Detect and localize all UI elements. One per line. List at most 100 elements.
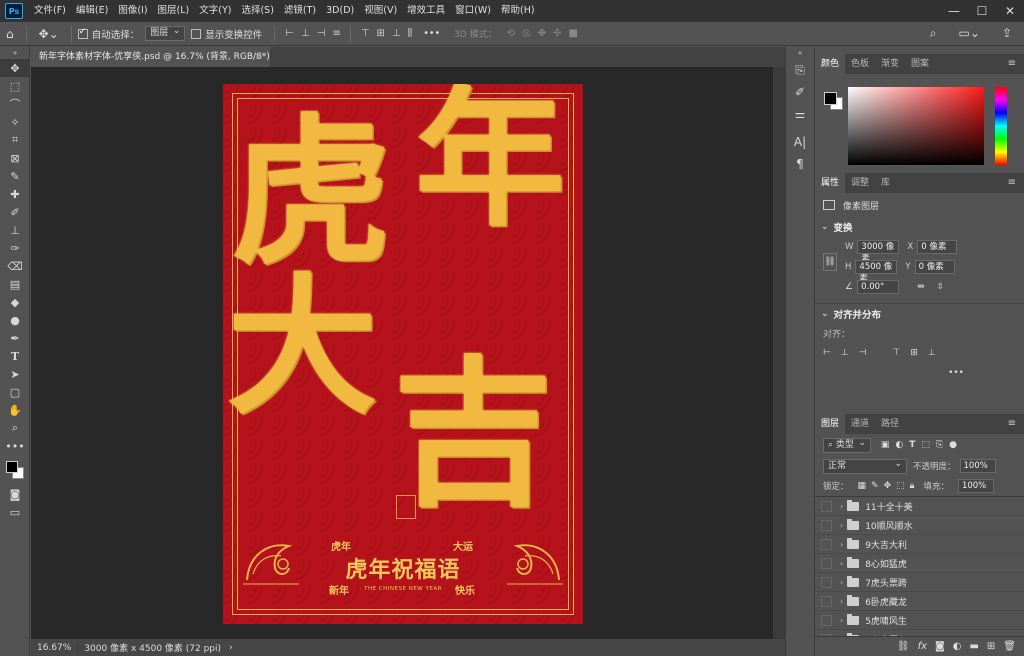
layer-row[interactable]: › 7虎头票跨 [815,573,1024,592]
layer-row[interactable]: › 9大吉大利 [815,535,1024,554]
menu-window[interactable]: 窗口(W) [450,0,496,22]
tab-channels[interactable]: 通道 [845,414,875,434]
3d-scale-icon[interactable]: ■ [569,28,579,39]
history-brush-tool-icon[interactable]: ✑ [0,239,30,257]
healing-brush-tool-icon[interactable]: ✚ [0,185,30,203]
expand-arrow-icon[interactable]: › [840,578,843,587]
adjustment-layer-icon[interactable]: ◐ [953,641,962,652]
lock-artboard-icon[interactable]: ⬚ [896,481,905,491]
menu-select[interactable]: 选择(S) [236,0,278,22]
adjustments-icon[interactable]: ⚌ [786,103,814,125]
minimize-button[interactable]: — [940,0,968,22]
visibility-toggle[interactable] [821,614,832,626]
filter-type-icon[interactable]: T [909,440,915,450]
expand-arrow-icon[interactable]: › [840,616,843,625]
move-tool-preset-icon[interactable]: ✥⌄ [39,27,59,41]
auto-select-target-dropdown[interactable]: 图层 [145,25,186,41]
close-window-button[interactable]: ✕ [996,0,1024,22]
marquee-tool-icon[interactable]: ⬚ [0,77,30,95]
lock-transparent-icon[interactable]: ▦ [858,481,867,491]
dodge-tool-icon[interactable]: ● [0,311,30,329]
expand-arrow-icon[interactable]: › [840,559,843,568]
3d-slide-icon[interactable]: ✣ [553,28,561,39]
link-layers-icon[interactable]: ⛓ [897,641,910,652]
color-picker-field[interactable] [848,87,984,165]
rectangle-tool-icon[interactable]: ▢ [0,383,30,401]
align-bottom-edges-icon[interactable]: ⊥ [392,28,401,39]
menu-file[interactable]: 文件(F) [29,0,71,22]
lasso-tool-icon[interactable]: ⌒ [0,95,30,113]
dock-collapse-icon[interactable]: « [786,47,814,59]
lock-all-icon[interactable]: 🔒︎ [910,481,915,491]
3d-orbit-icon[interactable]: ⟲ [507,28,515,39]
align-top-icon[interactable]: ⊤ [893,348,901,358]
align-left-edges-icon[interactable]: ⊢ [285,28,294,39]
3d-pan-icon[interactable]: ✥ [538,28,546,39]
3d-roll-icon[interactable]: ◎ [522,28,531,39]
gradient-tool-icon[interactable]: ▤ [0,275,30,293]
move-tool-icon[interactable]: ✥ [0,59,30,77]
foreground-color-swatch[interactable] [6,461,18,473]
menu-layer[interactable]: 图层(L) [153,0,195,22]
layer-row[interactable]: › 5虎啸风生 [815,611,1024,630]
menu-3d[interactable]: 3D(D) [321,0,359,22]
expand-arrow-icon[interactable]: › [840,521,843,530]
align-section-header[interactable]: 对齐并分布 [815,303,1024,323]
status-expand-icon[interactable]: › [229,643,233,653]
angle-field[interactable]: 0.00° [857,280,900,294]
panel-menu-icon[interactable]: ≡ [1008,54,1016,74]
align-right-icon[interactable]: ⊣ [859,348,867,358]
align-vcenter-icon[interactable]: ⊞ [910,348,918,358]
search-icon[interactable]: ⌕ [930,26,937,41]
lock-image-icon[interactable]: ✎ [871,481,879,491]
color-swatches[interactable] [0,455,29,485]
menu-filter[interactable]: 滤镜(T) [279,0,321,22]
height-field[interactable]: 4500 像素 [855,260,898,284]
layer-row[interactable]: › 10顺风顺水 [815,516,1024,535]
align-right-edges-icon[interactable]: ⊣ [317,28,326,39]
artwork-canvas[interactable]: 年 虎 大 吉 虎年 大运 虎年祝福语 新年 快乐 · THE CHINESE … [223,84,583,624]
visibility-toggle[interactable] [821,576,832,588]
share-icon[interactable]: ⇪ [1002,26,1012,41]
visibility-toggle[interactable] [821,519,832,531]
menu-view[interactable]: 视图(V) [359,0,402,22]
expand-arrow-icon[interactable]: › [840,540,843,549]
screen-mode-icon[interactable]: ▭ [0,503,30,521]
clone-stamp-tool-icon[interactable]: ⊥ [0,221,30,239]
menu-help[interactable]: 帮助(H) [496,0,540,22]
link-dimensions-icon[interactable]: ⛓ [823,253,837,271]
history-panel-icon[interactable]: ⎘ [786,59,814,81]
frame-tool-icon[interactable]: ⊠ [0,149,30,167]
tab-paths[interactable]: 路径 [875,414,905,434]
opacity-field[interactable]: 100% [959,459,996,473]
new-group-icon[interactable]: ▬ [969,641,978,652]
maximize-button[interactable]: ☐ [968,0,996,22]
canvas-vertical-scrollbar[interactable] [773,67,785,639]
menu-plugins[interactable]: 增效工具 [402,0,450,22]
add-mask-icon[interactable]: ◙ [935,641,945,652]
eyedropper-tool-icon[interactable]: ✎ [0,167,30,185]
menu-type[interactable]: 文字(Y) [194,0,236,22]
menu-edit[interactable]: 编辑(E) [71,0,113,22]
filter-pixel-icon[interactable]: ▣ [881,440,890,450]
type-tool-icon[interactable]: T [0,347,30,365]
workspace-icon[interactable]: ▭⌄ [959,26,980,41]
filter-smart-icon[interactable]: ⎘ [936,440,943,450]
path-selection-tool-icon[interactable]: ➤ [0,365,30,383]
filter-shape-icon[interactable]: ⬚ [921,440,930,450]
more-options-button[interactable]: ••• [423,28,440,39]
layer-row[interactable]: › 8心如猛虎 [815,554,1024,573]
visibility-toggle[interactable] [821,500,832,512]
layer-filter-dropdown[interactable]: ⌕ 类型 [823,437,871,453]
align-horizontal-centers-icon[interactable]: ⊥ [301,28,310,39]
tab-adjustments[interactable]: 调整 [845,173,875,193]
zoom-tool-icon[interactable]: ⌕ [0,419,30,437]
visibility-toggle[interactable] [821,538,832,550]
tab-swatches[interactable]: 色板 [845,54,875,74]
flip-horizontal-icon[interactable]: ⇹ [917,282,925,292]
crop-tool-icon[interactable]: ⌗ [0,131,30,149]
edit-toolbar-icon[interactable]: ••• [0,437,30,455]
distribute-vertical-icon[interactable]: ⫼ [408,28,413,39]
lock-position-icon[interactable]: ✥ [884,481,892,491]
distribute-icon[interactable]: ≡ [332,28,340,39]
